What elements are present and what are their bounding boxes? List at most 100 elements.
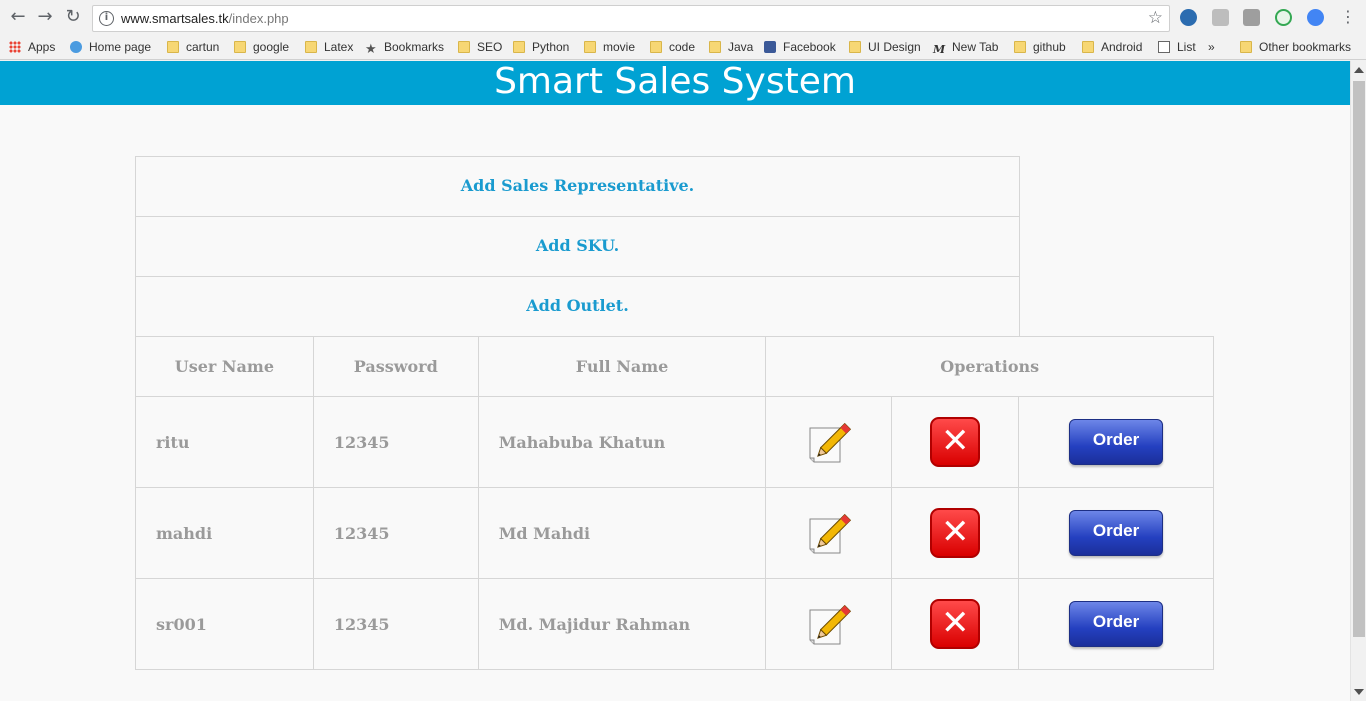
hangouts-icon[interactable]: [1275, 9, 1292, 26]
edit-pencil-icon[interactable]: [806, 418, 852, 466]
folder-icon: [513, 41, 525, 53]
globe-extension-icon[interactable]: [1307, 9, 1324, 26]
folder-icon: [1014, 41, 1026, 53]
cell-fullname: Md. Majidur Rahman: [477, 578, 767, 670]
add-outlet-row: Add Outlet.: [135, 276, 1020, 337]
back-icon[interactable]: ←: [8, 7, 28, 27]
bookmark-java[interactable]: Java: [709, 38, 753, 56]
cell-fullname: Mahabuba Khatun: [477, 396, 767, 488]
folder-icon: [650, 41, 662, 53]
order-button[interactable]: Order: [1069, 510, 1164, 556]
medium-icon: M: [933, 43, 946, 56]
add-outlet-link[interactable]: Add Outlet.: [526, 296, 629, 315]
folder-icon: [458, 41, 470, 53]
delete-cell: ✕: [891, 578, 1020, 670]
bookmark-code[interactable]: code: [650, 38, 695, 56]
edit-pencil-icon[interactable]: [806, 509, 852, 557]
folder-icon: [1082, 41, 1094, 53]
bookmark-list[interactable]: List: [1158, 38, 1196, 56]
scroll-up-icon[interactable]: [1354, 67, 1364, 73]
delete-button[interactable]: ✕: [930, 508, 981, 558]
folder-icon: [305, 41, 317, 53]
edit-pencil-icon[interactable]: [806, 600, 852, 648]
add-sku-row: Add SKU.: [135, 216, 1020, 277]
edit-cell: [765, 396, 893, 488]
reload-icon[interactable]: ↻: [63, 7, 83, 27]
scroll-down-icon[interactable]: [1354, 689, 1364, 695]
bookmark-android[interactable]: Android: [1082, 38, 1142, 56]
folder-icon: [709, 41, 721, 53]
order-cell: Order: [1018, 487, 1214, 579]
bookmark-latex[interactable]: Latex: [305, 38, 353, 56]
info-icon[interactable]: i: [99, 11, 114, 26]
globe-icon: [70, 41, 82, 53]
bookmark-new-tab[interactable]: M New Tab: [933, 38, 998, 56]
cell-password: 12345: [312, 578, 479, 670]
bookmark-python[interactable]: Python: [513, 38, 569, 56]
bookmark-google[interactable]: google: [234, 38, 289, 56]
bookmark-cartun[interactable]: cartun: [167, 38, 219, 56]
menu-icon[interactable]: ⋮: [1338, 7, 1358, 27]
cell-username: ritu: [135, 396, 314, 488]
address-bar[interactable]: i www.smartsales.tk/index.php ☆: [92, 5, 1170, 32]
scrollbar-thumb[interactable]: [1353, 81, 1365, 637]
bookmark-ui-design[interactable]: UI Design: [849, 38, 921, 56]
browser-toolbar: ← → ↻ i www.smartsales.tk/index.php ☆ ⋮: [0, 0, 1366, 34]
vertical-scrollbar[interactable]: [1350, 61, 1366, 701]
cell-fullname: Md Mahdi: [477, 487, 767, 579]
order-button[interactable]: Order: [1069, 601, 1164, 647]
page-content: Smart Sales System Add Sales Representat…: [0, 61, 1350, 701]
folder-icon: [234, 41, 246, 53]
site-header: Smart Sales System: [0, 61, 1350, 105]
cell-username: mahdi: [135, 487, 314, 579]
facebook-icon: [764, 41, 776, 53]
table-header-row: User Name Password Full Name Operations: [135, 336, 1214, 397]
close-x-icon: ✕: [940, 603, 970, 643]
folder-icon: [849, 41, 861, 53]
delete-button[interactable]: ✕: [930, 599, 981, 649]
close-x-icon: ✕: [940, 421, 970, 461]
column-header-password: Password: [312, 336, 479, 397]
column-header-operations: Operations: [765, 336, 1214, 397]
cell-password: 12345: [312, 487, 479, 579]
table-row: mahdi 12345 Md Mahdi ✕ Order: [135, 487, 1214, 579]
apps-icon: [9, 41, 21, 53]
column-header-username: User Name: [135, 336, 314, 397]
order-cell: Order: [1018, 578, 1214, 670]
font-extension-icon[interactable]: [1243, 9, 1260, 26]
order-cell: Order: [1018, 396, 1214, 488]
bookmark-seo[interactable]: SEO: [458, 38, 502, 56]
cell-password: 12345: [312, 396, 479, 488]
delete-cell: ✕: [891, 487, 1020, 579]
bookmark-movie[interactable]: movie: [584, 38, 635, 56]
add-sr-row: Add Sales Representative.: [135, 156, 1020, 217]
edit-cell: [765, 578, 893, 670]
bookmark-other[interactable]: Other bookmarks: [1240, 38, 1351, 56]
bookmark-star-icon[interactable]: ☆: [1148, 8, 1163, 28]
page-icon: [1158, 41, 1170, 53]
add-sales-representative-link[interactable]: Add Sales Representative.: [461, 176, 694, 195]
column-header-fullname: Full Name: [477, 336, 767, 397]
android-extension-icon[interactable]: [1212, 9, 1229, 26]
delete-button[interactable]: ✕: [930, 417, 981, 467]
bookmark-facebook[interactable]: Facebook: [764, 38, 836, 56]
order-button[interactable]: Order: [1069, 419, 1164, 465]
extension-icon[interactable]: [1180, 9, 1197, 26]
cell-username: sr001: [135, 578, 314, 670]
folder-icon: [167, 41, 179, 53]
bookmark-bookmarks[interactable]: ★ Bookmarks: [365, 38, 444, 56]
url-text[interactable]: www.smartsales.tk/index.php: [121, 11, 289, 26]
site-title: Smart Sales System: [494, 61, 856, 102]
users-table: User Name Password Full Name Operations …: [135, 336, 1214, 670]
bookmark-github[interactable]: github: [1014, 38, 1066, 56]
bookmark-home-page[interactable]: Home page: [70, 38, 151, 56]
close-x-icon: ✕: [940, 512, 970, 552]
bookmarks-overflow[interactable]: »: [1208, 38, 1215, 56]
bookmarks-bar: Apps Home page cartun google Latex ★ Book…: [0, 34, 1366, 60]
bookmark-apps[interactable]: Apps: [9, 38, 55, 56]
folder-icon: [1240, 41, 1252, 53]
table-row: sr001 12345 Md. Majidur Rahman ✕ Order: [135, 578, 1214, 670]
forward-icon[interactable]: →: [35, 7, 55, 27]
table-row: ritu 12345 Mahabuba Khatun ✕ Order: [135, 396, 1214, 488]
add-sku-link[interactable]: Add SKU.: [536, 236, 619, 255]
